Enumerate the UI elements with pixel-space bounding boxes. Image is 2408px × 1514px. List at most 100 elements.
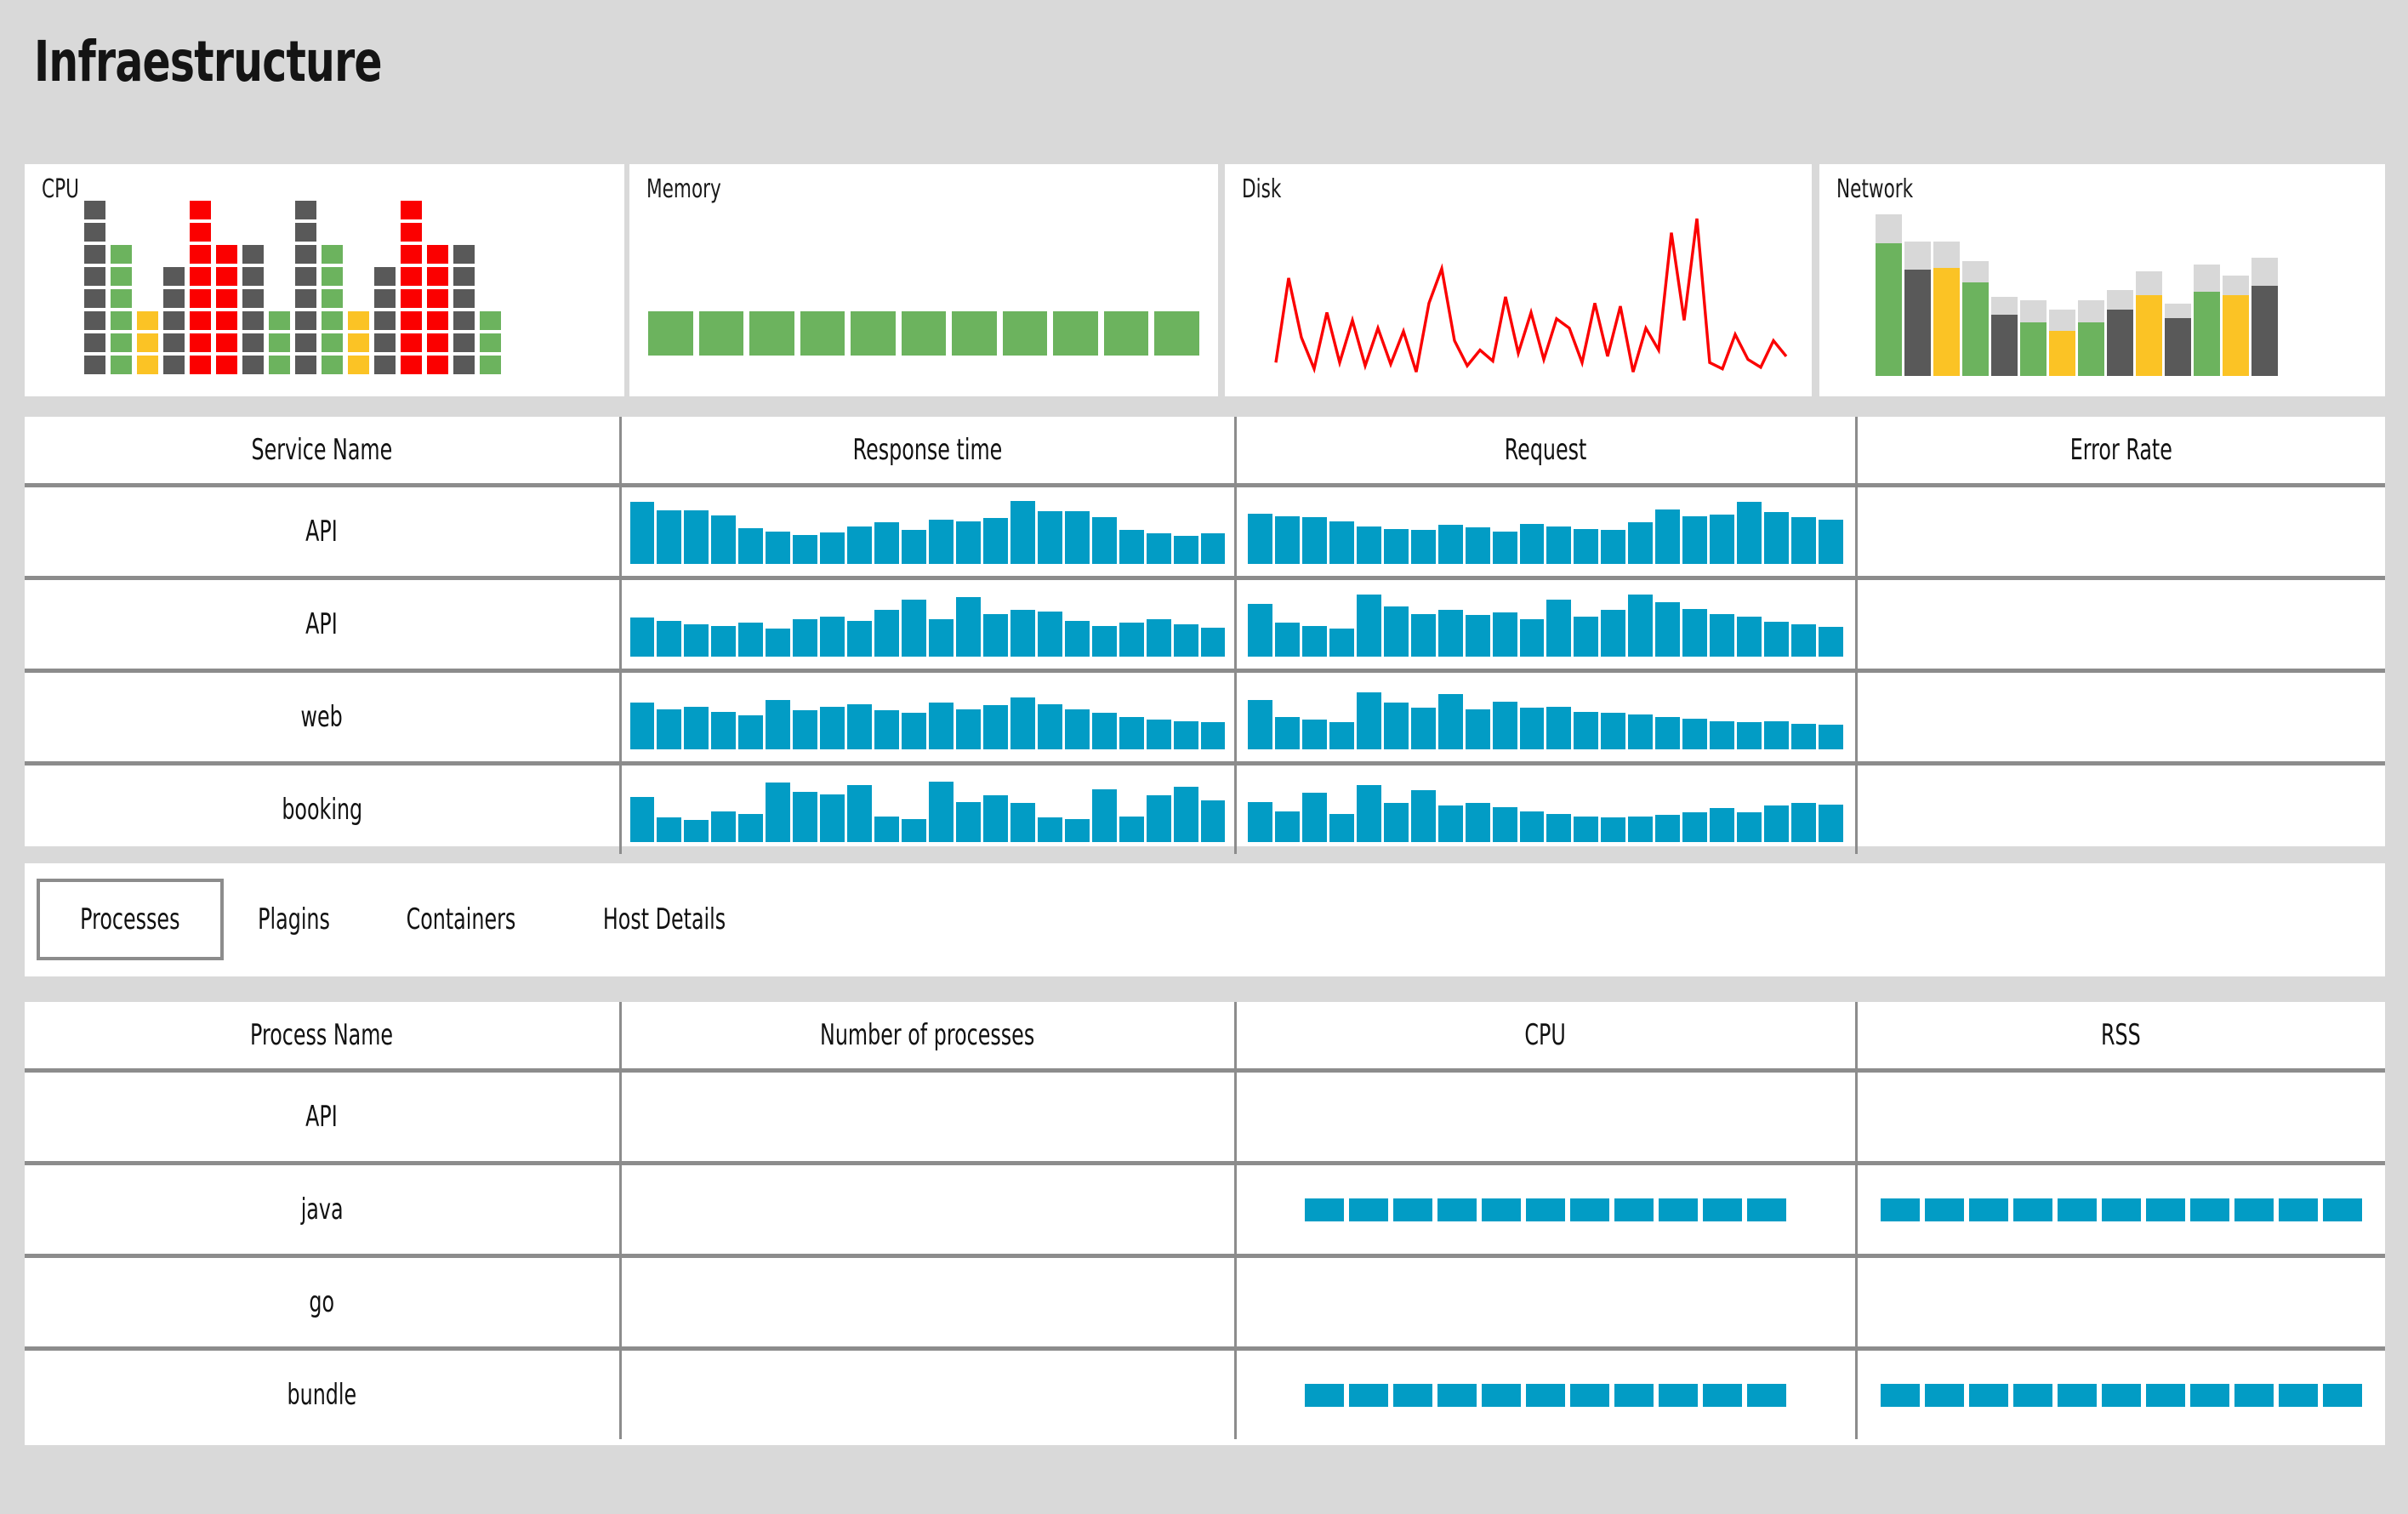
cpu-waffle-column <box>84 201 105 374</box>
network-bar-column <box>2251 214 2278 376</box>
card-memory[interactable]: Memory <box>629 164 1218 396</box>
card-disk[interactable]: Disk <box>1225 164 1812 396</box>
cpu-waffle-column <box>163 267 185 374</box>
indicator-block <box>2322 1198 2362 1221</box>
network-bar-segment-used <box>2020 322 2047 376</box>
cpu-waffle-cell <box>190 356 211 374</box>
error-rate-cell <box>1856 670 2385 766</box>
indicator-block <box>1482 1198 1521 1221</box>
cpu-waffle-cell <box>322 289 343 308</box>
cpu-waffle-cell <box>111 333 132 352</box>
processes-col-number[interactable]: Number of processes <box>620 1002 1237 1073</box>
cpu-waffle-column <box>322 245 343 374</box>
spark-bar <box>1465 615 1490 657</box>
spark-bar <box>955 709 981 749</box>
spark-bar <box>1274 717 1300 749</box>
spark-bar <box>1628 595 1654 657</box>
indicator-block <box>2189 1383 2229 1407</box>
cpu-waffle-cell <box>216 289 237 308</box>
spark-bar <box>1410 708 1436 749</box>
cpu-waffle-cell <box>427 245 448 264</box>
spark-bar <box>1492 532 1517 564</box>
indicator-block <box>2012 1383 2052 1407</box>
indicator-block <box>1659 1383 1698 1407</box>
cpu-waffle-cell <box>427 289 448 308</box>
request-cell <box>1235 578 1858 673</box>
card-disk-title: Disk <box>1242 174 1282 204</box>
cpu-waffle-cell <box>269 333 290 352</box>
spark-bar <box>766 700 791 749</box>
number-of-processes-cell <box>620 1163 1237 1258</box>
cpu-waffle-cell <box>137 311 158 330</box>
indicator-block <box>1437 1383 1477 1407</box>
spark-bar <box>1329 521 1354 564</box>
number-of-processes-cell <box>620 1348 1237 1439</box>
table-row[interactable]: API <box>25 578 2385 673</box>
spark-bar <box>1010 501 1035 564</box>
rss-blocks-cell <box>1856 1349 2385 1440</box>
spark-bar <box>1119 529 1144 564</box>
tab-processes[interactable]: Processes <box>37 879 224 960</box>
indicator-block <box>1614 1198 1654 1221</box>
rss-blocks-cell <box>1856 1163 2385 1258</box>
cpu-waffle-cell <box>137 333 158 352</box>
spark-bar <box>684 820 709 842</box>
services-col-error-rate[interactable]: Error Rate <box>1856 417 2385 487</box>
spark-bar <box>1200 533 1226 564</box>
services-col-service-name[interactable]: Service Name <box>25 417 622 487</box>
spark-bar <box>657 509 682 564</box>
table-row[interactable]: go <box>25 1255 2385 1351</box>
indicator-block <box>2145 1383 2185 1407</box>
cpu-waffle-cell <box>190 201 211 219</box>
table-row[interactable]: java <box>25 1163 2385 1258</box>
card-network[interactable]: Network <box>1819 164 2385 396</box>
tab-label: Host Details <box>602 902 726 936</box>
tab-host-details[interactable]: Host Details <box>558 879 771 960</box>
table-row[interactable]: bundle <box>25 1348 2385 1440</box>
table-row[interactable]: API <box>25 1070 2385 1165</box>
table-row[interactable]: web <box>25 670 2385 766</box>
network-bar-segment-remaining <box>1876 214 1902 244</box>
cpu-waffle-cell <box>295 356 316 374</box>
spark-bar <box>1764 805 1790 842</box>
spark-bar <box>928 618 954 657</box>
tab-containers[interactable]: Containers <box>364 879 558 960</box>
tab-plagins[interactable]: Plagins <box>224 879 364 960</box>
processes-col-process-name[interactable]: Process Name <box>25 1002 622 1073</box>
table-row[interactable]: booking <box>25 763 2385 854</box>
spark-bar <box>793 710 818 749</box>
spark-bar <box>1465 709 1490 749</box>
services-col-request-label: Request <box>1504 433 1587 467</box>
indicator-block <box>1349 1198 1388 1221</box>
spark-bar <box>847 621 873 657</box>
spark-bar <box>1037 703 1062 749</box>
cpu-waffle-cell <box>453 245 475 264</box>
network-bar-segment-used <box>2194 292 2220 376</box>
spark-bar <box>1064 621 1090 657</box>
spark-bar <box>1601 817 1626 842</box>
spark-bar <box>982 795 1008 842</box>
service-name-label: API <box>305 515 339 549</box>
services-col-response-time[interactable]: Response time <box>620 417 1237 487</box>
services-col-request[interactable]: Request <box>1235 417 1858 487</box>
spark-bar <box>1301 625 1327 657</box>
spark-bar <box>1091 788 1117 842</box>
spark-bar <box>1301 517 1327 564</box>
service-name-cell: API <box>25 485 622 580</box>
page-title: Infraestructure <box>34 29 383 94</box>
cpu-waffle-column <box>295 201 316 374</box>
spark-bar <box>1248 700 1272 749</box>
cpu-waffle-cell <box>427 267 448 286</box>
cpu-waffle-cell <box>84 311 105 330</box>
spark-bar <box>1274 811 1300 842</box>
spark-bar <box>1601 713 1626 749</box>
processes-col-rss[interactable]: RSS <box>1856 1002 2385 1073</box>
disk-sparkline-chart <box>1225 213 1812 384</box>
card-cpu[interactable]: CPU <box>25 164 624 396</box>
table-row[interactable]: API <box>25 485 2385 580</box>
processes-col-cpu[interactable]: CPU <box>1235 1002 1858 1073</box>
cpu-waffle-cell <box>401 333 422 352</box>
spark-bar <box>1737 722 1762 749</box>
cpu-waffle-cell <box>163 289 185 308</box>
network-bar-column <box>2107 214 2133 376</box>
